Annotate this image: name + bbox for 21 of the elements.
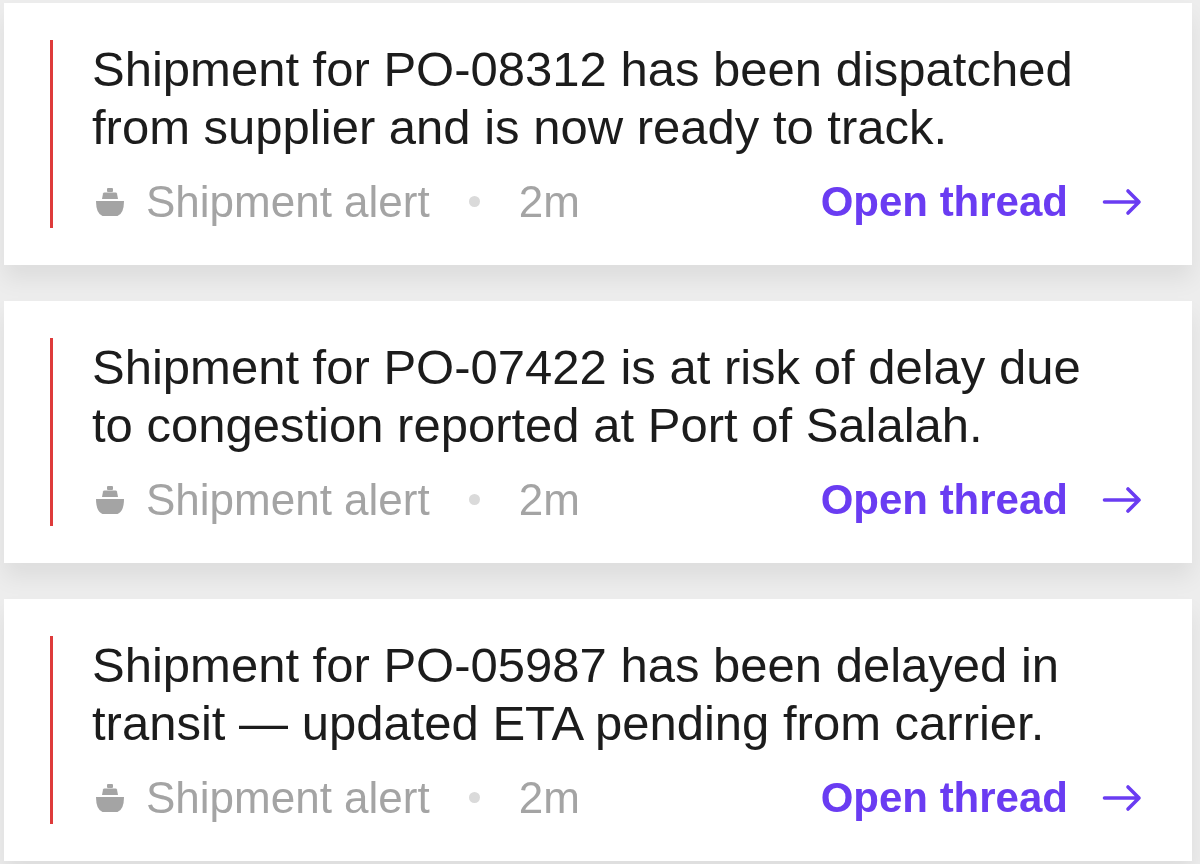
ship-icon [95,783,125,812]
notification-message: Shipment for PO-07422 is at risk of delay due to congestion reported at Port of Salalah. [92,339,1082,454]
category-label: Shipment alert [146,474,430,526]
timestamp: 2m [518,474,580,526]
open-thread-link[interactable]: Open thread [820,175,1142,228]
arrow-icon [1102,782,1142,813]
category-label: Shipment alert [146,176,430,228]
timestamp: 2m [518,176,580,228]
open-thread-link[interactable]: Open thread [820,473,1142,526]
category-label: Shipment alert [146,772,430,824]
arrow-icon [1102,186,1142,217]
notification-message: Shipment for PO-05987 has been delayed in transit — updated ETA pending from carrier. [92,637,1061,752]
open-thread-link[interactable]: Open thread [820,771,1142,824]
timestamp: 2m [518,772,580,824]
ship-icon [95,485,125,514]
separator-dot-icon [468,196,480,207]
separator-dot-icon [468,792,480,803]
ship-icon [95,187,125,216]
notification-message: Shipment for PO-08312 has been dispatched from supplier and is now ready to track. [92,41,1074,156]
separator-dot-icon [468,494,480,505]
arrow-icon [1102,484,1142,515]
